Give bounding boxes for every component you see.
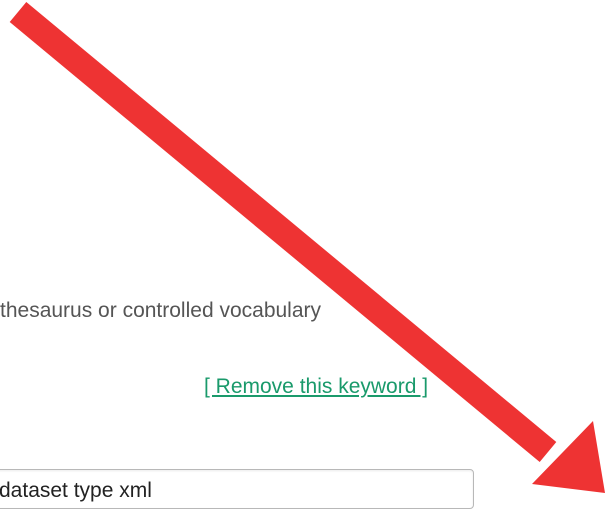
keyword-help-text: thesaurus or controlled vocabulary <box>0 299 322 322</box>
annotation-arrow-head <box>532 421 605 493</box>
annotation-arrow-icon <box>9 1 605 493</box>
remove-keyword-link[interactable]: [ Remove this keyword ] <box>204 374 428 400</box>
keyword-input[interactable] <box>0 469 474 509</box>
